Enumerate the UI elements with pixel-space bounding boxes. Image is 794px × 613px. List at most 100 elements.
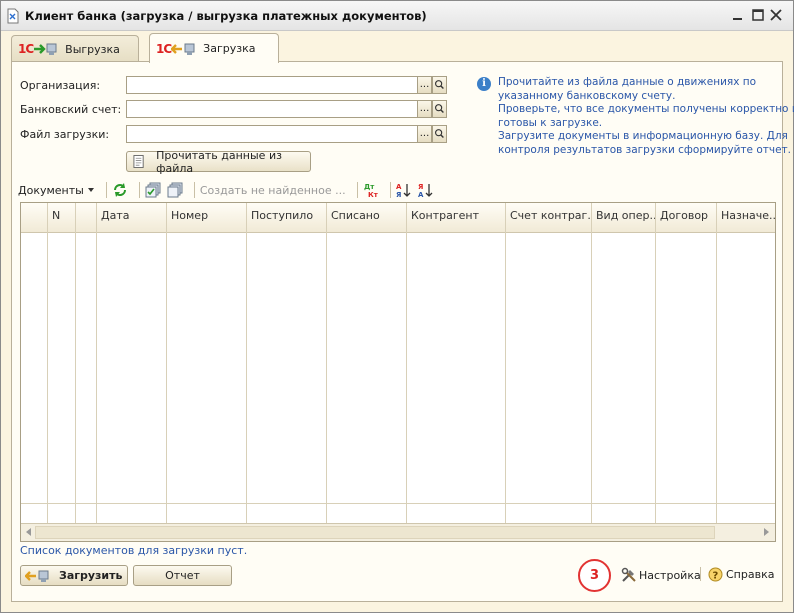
svg-text:Дт: Дт [364, 183, 375, 191]
file-choose-button[interactable]: ... [417, 125, 432, 143]
svg-text:Я: Я [418, 183, 423, 191]
file-search-icon[interactable] [432, 125, 447, 143]
import-arrow-icon [25, 570, 49, 582]
sort-descending-icon[interactable]: Я А [418, 182, 434, 198]
svg-text:Я: Я [396, 191, 401, 198]
column-header-operation-type[interactable]: Вид опер... [591, 203, 655, 233]
info-line: Проверьте, что все документы получены ко… [498, 103, 794, 115]
column-header-date[interactable]: Дата [96, 203, 166, 233]
main-window: Клиент банка (загрузка / выгрузка платеж… [0, 0, 794, 613]
organization-label: Организация: [20, 79, 101, 92]
column-divider [326, 203, 327, 523]
help-link[interactable]: ? Справка [708, 567, 774, 582]
load-button[interactable]: Загрузить [20, 565, 128, 586]
report-button[interactable]: Отчет [133, 565, 232, 586]
toolbar-separator [389, 182, 391, 198]
maximize-icon[interactable] [751, 8, 765, 22]
column-divider [166, 203, 167, 523]
tab-strip: 1С Выгрузка 1С Загрузка [11, 33, 783, 63]
settings-link[interactable]: Настройка [621, 567, 701, 583]
column-header-number[interactable]: N [47, 203, 75, 233]
deselect-all-icon[interactable] [167, 182, 183, 198]
help-link-label: Справка [726, 568, 775, 581]
organization-choose-button[interactable]: ... [417, 76, 432, 94]
select-all-icon[interactable] [145, 182, 161, 198]
import-arrow-icon [171, 43, 195, 55]
help-icon: ? [708, 567, 723, 582]
svg-text:А: А [418, 191, 424, 198]
read-file-button[interactable]: Прочитать данные из файла [126, 148, 311, 175]
close-icon[interactable] [769, 8, 783, 22]
scrollbar-thumb[interactable] [35, 526, 715, 539]
settings-link-label: Настройка [639, 568, 701, 582]
horizontal-scrollbar[interactable] [21, 523, 775, 541]
column-header-written-off[interactable]: Списано [326, 203, 406, 233]
column-header-purpose[interactable]: Назначе... [716, 203, 775, 233]
step-badge: 3 [578, 559, 611, 592]
svg-text:А: А [396, 183, 402, 191]
table-footer [21, 503, 775, 523]
debit-credit-icon[interactable]: Дт Кт [363, 182, 379, 198]
column-header[interactable] [21, 203, 47, 233]
load-button-label: Загрузить [59, 569, 123, 582]
svg-text:?: ? [713, 571, 719, 582]
document-icon [7, 8, 19, 24]
file-document-icon [133, 155, 144, 168]
toolbar-separator [193, 182, 195, 198]
table-header: N Дата Номер Поступило Списано Контраген… [21, 203, 775, 233]
tab-import-logo: 1С [156, 41, 172, 56]
tab-import-label: Загрузка [203, 42, 256, 55]
info-line: Загрузите документы в информационную баз… [498, 130, 788, 142]
bank-account-search-icon[interactable] [432, 100, 447, 118]
column-divider [47, 203, 48, 523]
column-divider [96, 203, 97, 523]
file-label: Файл загрузки: [20, 128, 110, 141]
tab-export-logo: 1С [18, 42, 34, 56]
info-text: Прочитайте из файла данные о движениях п… [498, 76, 794, 157]
bank-account-choose-button[interactable]: ... [417, 100, 432, 118]
column-header-contract[interactable]: Договор [655, 203, 716, 233]
refresh-icon[interactable] [112, 182, 128, 198]
column-divider [246, 203, 247, 523]
column-header-received[interactable]: Поступило [246, 203, 326, 233]
toolbar-separator [356, 182, 358, 198]
scroll-right-icon[interactable] [761, 527, 771, 537]
column-header-counterparty[interactable]: Контрагент [406, 203, 505, 233]
column-header-counterparty-account[interactable]: Счет контраг... [505, 203, 591, 233]
link-separator [700, 567, 701, 581]
create-missing-button[interactable]: Создать не найденное ... [200, 184, 346, 197]
svg-text:Кт: Кт [368, 191, 379, 198]
tools-icon [621, 567, 636, 582]
chevron-down-icon [87, 188, 94, 192]
toolbar-separator [138, 182, 140, 198]
column-header[interactable] [75, 203, 96, 233]
minimize-icon[interactable] [731, 8, 745, 22]
import-panel: Организация: ... Банковский счет: ... Фа… [11, 61, 794, 602]
column-divider [591, 203, 592, 523]
file-field[interactable] [126, 125, 418, 143]
toolbar-separator [105, 182, 107, 198]
column-divider [505, 203, 506, 523]
title-bar[interactable]: Клиент банка (загрузка / выгрузка платеж… [1, 1, 793, 31]
documents-table[interactable]: N Дата Номер Поступило Списано Контраген… [20, 202, 776, 542]
status-message: Список документов для загрузки пуст. [20, 544, 248, 557]
scroll-left-icon[interactable] [24, 527, 34, 537]
organization-search-icon[interactable] [432, 76, 447, 94]
column-header-number-doc[interactable]: Номер [166, 203, 246, 233]
tab-export[interactable]: 1С Выгрузка [11, 35, 139, 62]
column-divider [406, 203, 407, 523]
sort-ascending-icon[interactable]: А Я [396, 182, 412, 198]
tab-import[interactable]: 1С Загрузка [149, 33, 279, 63]
info-line: Прочитайте из файла данные о движениях п… [498, 76, 757, 88]
tab-export-label: Выгрузка [65, 42, 120, 56]
read-file-button-label: Прочитать данные из файла [156, 148, 282, 175]
info-line: готовы к загрузке. [498, 116, 603, 129]
column-divider [75, 203, 76, 523]
window-title: Клиент банка (загрузка / выгрузка платеж… [25, 9, 427, 23]
documents-menu-label: Документы [18, 183, 84, 197]
info-icon: i [477, 77, 491, 91]
documents-menu-button[interactable]: Документы [18, 184, 95, 197]
bank-account-field[interactable] [126, 100, 418, 118]
documents-toolbar: Документы Создать не найденное ... Дт Кт… [18, 179, 776, 201]
organization-field[interactable] [126, 76, 418, 94]
